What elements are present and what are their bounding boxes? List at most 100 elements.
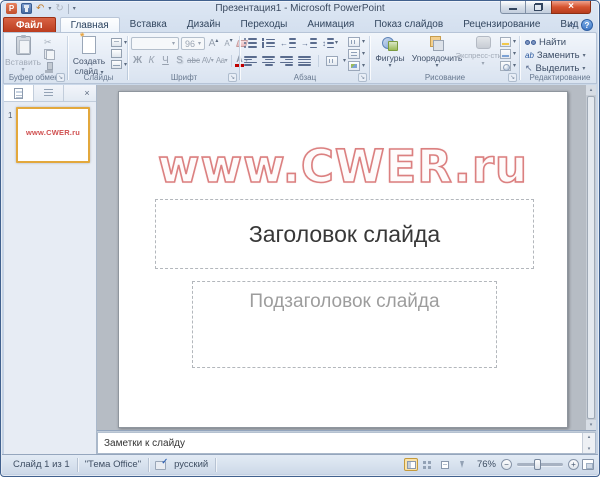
language-indicator[interactable]: русский	[167, 459, 215, 470]
reset-icon[interactable]	[111, 49, 122, 58]
title-bar: P ↶ ▾ ↻ ▾ Презентация1 - Microsoft Power…	[1, 1, 599, 16]
scroll-down-icon[interactable]: ▾	[586, 420, 596, 430]
collapse-ribbon-icon[interactable]	[569, 23, 576, 30]
tab-review[interactable]: Рецензирование	[453, 17, 550, 32]
align-center-icon[interactable]	[262, 56, 275, 66]
replace-icon: ab	[525, 52, 534, 60]
scroll-up-icon[interactable]: ▴	[586, 85, 596, 95]
tab-animations[interactable]: Анимация	[297, 17, 364, 32]
align-right-icon[interactable]	[280, 56, 293, 66]
slide-thumbnail[interactable]: www.CWER.ru	[16, 107, 90, 163]
drawing-dialog-launcher-icon[interactable]: ↘	[508, 73, 517, 82]
text-shadow-button[interactable]: S	[173, 54, 186, 67]
paragraph-dialog-launcher-icon[interactable]: ↘	[358, 73, 367, 82]
cut-icon[interactable]: ✂	[44, 38, 52, 47]
format-painter-icon[interactable]	[44, 62, 54, 73]
ribbon-tab-bar: Файл Главная Вставка Дизайн Переходы Ани…	[3, 16, 597, 32]
tab-slides-thumbnails[interactable]	[4, 85, 34, 101]
numbering-icon[interactable]	[262, 38, 275, 48]
section-icon[interactable]	[111, 60, 122, 69]
replace-button[interactable]: ab Заменить ▾	[525, 49, 586, 62]
slide-sorter-icon	[423, 461, 426, 464]
vertical-scrollbar[interactable]: ▴ ▾	[586, 85, 596, 430]
tab-slideshow[interactable]: Показ слайдов	[364, 17, 453, 32]
panel-close-icon[interactable]: ×	[78, 85, 96, 101]
justify-icon[interactable]	[298, 56, 311, 66]
select-icon: ↖	[525, 64, 533, 73]
notes-scroll-down-icon[interactable]: ▾	[588, 446, 591, 452]
increase-indent-icon[interactable]: →	[301, 38, 317, 48]
columns-dropdown-icon[interactable]: ▾	[343, 58, 346, 64]
tab-transitions[interactable]: Переходы	[230, 17, 297, 32]
shape-outline-icon[interactable]	[500, 49, 511, 59]
grow-font-button[interactable]: А▴	[207, 37, 220, 50]
zoom-out-button[interactable]: −	[501, 459, 512, 470]
zoom-in-button[interactable]: +	[568, 459, 579, 470]
bold-button[interactable]: Ж	[131, 54, 144, 67]
shrink-font-button[interactable]: А▾	[222, 37, 235, 50]
view-reading-button[interactable]	[438, 458, 452, 471]
zoom-slider[interactable]	[517, 463, 563, 466]
clipboard-dialog-launcher-icon[interactable]: ↘	[56, 73, 65, 82]
font-name-combo[interactable]: ▾	[131, 37, 179, 50]
spellcheck-icon[interactable]: ✓	[155, 459, 167, 470]
font-dialog-launcher-icon[interactable]: ↘	[228, 73, 237, 82]
font-size-combo[interactable]: 96▾	[181, 37, 205, 50]
slides-panel: × 1 www.CWER.ru	[4, 85, 97, 454]
italic-button[interactable]: К	[145, 54, 158, 67]
zoom-slider-thumb[interactable]	[534, 459, 541, 470]
text-direction-icon[interactable]	[348, 37, 360, 47]
close-button[interactable]: ×	[551, 1, 591, 14]
tab-design[interactable]: Дизайн	[177, 17, 231, 32]
quick-styles-button[interactable]: Экспресс-стили ▾	[463, 36, 503, 67]
underline-button[interactable]: Ч	[159, 54, 172, 67]
new-slide-button[interactable]: * Создать слайд ▾	[71, 36, 107, 76]
scrollbar-thumb[interactable]	[587, 96, 595, 419]
shape-effects-icon[interactable]	[500, 61, 511, 71]
view-sorter-button[interactable]	[421, 458, 435, 471]
group-paragraph: ← → ↕▾ ▾ ▾ ▾ ▾ Абзац ↘	[240, 33, 370, 83]
align-text-icon[interactable]	[348, 49, 360, 59]
view-slideshow-button[interactable]	[455, 458, 469, 471]
fit-to-window-icon[interactable]	[582, 459, 594, 470]
convert-smartart-icon[interactable]	[348, 61, 360, 71]
paragraph-right-buttons: ▾ ▾ ▾	[348, 37, 365, 71]
title-placeholder[interactable]: Заголовок слайда	[155, 199, 534, 269]
view-normal-button[interactable]	[404, 458, 418, 471]
restore-button[interactable]	[526, 1, 551, 14]
tab-file[interactable]: Файл	[3, 17, 56, 32]
decrease-indent-icon[interactable]: ←	[280, 38, 296, 48]
notes-scrollbar[interactable]: ▴ ▾	[582, 433, 595, 453]
notes-scroll-up-icon[interactable]: ▴	[588, 434, 591, 440]
strikethrough-button[interactable]: abc	[187, 54, 200, 67]
bullets-icon[interactable]	[244, 38, 257, 48]
align-left-icon[interactable]	[244, 56, 257, 66]
watermark-text: www.CWER.ru	[119, 140, 567, 193]
slides-small-buttons: ▾ ▾	[111, 38, 127, 69]
minimize-button[interactable]	[500, 1, 526, 14]
change-case-button[interactable]: Aa▾	[215, 54, 228, 67]
tab-home[interactable]: Главная	[60, 17, 120, 32]
subtitle-placeholder[interactable]: Подзаголовок слайда	[192, 281, 497, 368]
paste-button[interactable]: Вставить ▾	[7, 36, 39, 73]
tab-outline[interactable]	[34, 85, 64, 101]
slide-canvas[interactable]: www.CWER.ru Заголовок слайда Подзаголово…	[118, 91, 568, 428]
zoom-level[interactable]: 76%	[472, 459, 496, 470]
tab-insert[interactable]: Вставка	[120, 17, 177, 32]
layout-icon[interactable]	[111, 38, 122, 47]
slide-indicator[interactable]: Слайд 1 из 1	[6, 459, 77, 470]
drawing-group-label: Рисование	[370, 73, 520, 82]
slides-tab-icon	[14, 88, 23, 99]
character-spacing-button[interactable]: AV▾	[201, 54, 214, 67]
theme-indicator[interactable]: "Тема Office"	[78, 459, 148, 470]
find-button[interactable]: Найти	[525, 36, 586, 49]
slideshow-icon	[460, 461, 464, 468]
line-spacing-icon[interactable]: ↕▾	[322, 38, 338, 48]
copy-icon[interactable]	[44, 49, 55, 60]
notes-pane[interactable]: Заметки к слайду ▴ ▾	[97, 433, 596, 454]
help-icon[interactable]: ?	[581, 19, 593, 31]
shape-fill-icon[interactable]	[500, 37, 511, 47]
main-area: × 1 www.CWER.ru www.CWER.ru Заголовок сл…	[4, 85, 596, 454]
columns-icon[interactable]	[326, 56, 338, 66]
shapes-button[interactable]: Фигуры ▾	[372, 36, 408, 69]
